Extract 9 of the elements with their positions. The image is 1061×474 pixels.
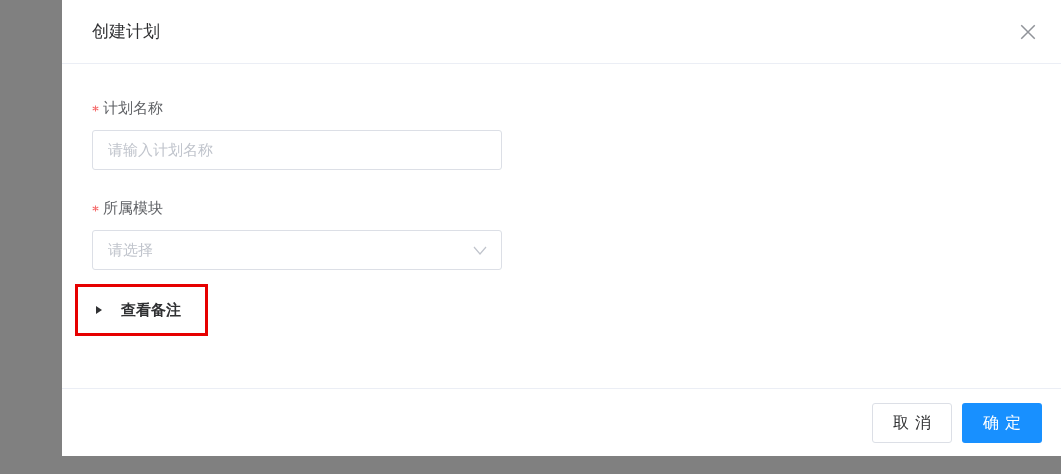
field-label: 所属模块 — [103, 197, 163, 219]
cancel-button[interactable]: 取 消 — [872, 402, 952, 443]
triangle-icon — [95, 305, 103, 315]
collapse-toggle[interactable]: 查看备注 — [95, 298, 181, 322]
close-icon[interactable] — [1019, 22, 1037, 41]
select-placeholder: 请选择 — [108, 239, 153, 261]
field-label: 计划名称 — [103, 97, 163, 119]
dialog-title: 创建计划 — [92, 19, 160, 43]
input-field[interactable]: 请输入计划名称 — [92, 130, 502, 170]
